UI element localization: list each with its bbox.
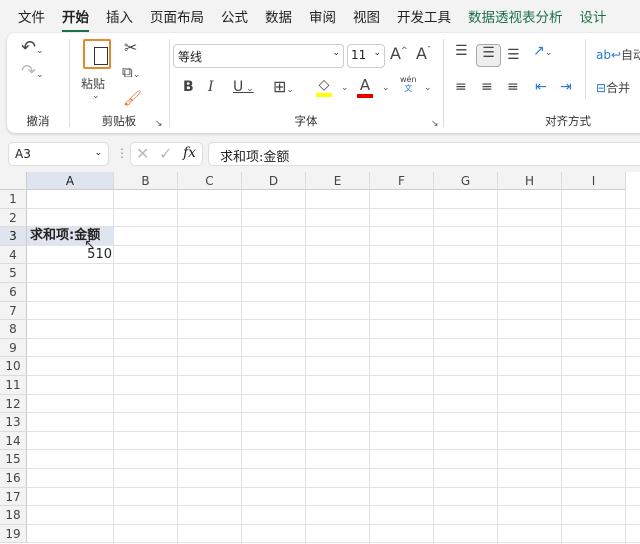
row-header-15[interactable]: 15 xyxy=(0,450,27,469)
gridline xyxy=(27,412,640,414)
gridline xyxy=(177,190,178,544)
row-header-6[interactable]: 6 xyxy=(0,283,27,302)
row-header-12[interactable]: 12 xyxy=(0,394,27,414)
enter-icon[interactable]: ✓ xyxy=(159,144,172,163)
tab-4[interactable]: 公式 xyxy=(221,6,248,26)
row-header-17[interactable]: 17 xyxy=(0,487,27,507)
column-header-H[interactable]: H xyxy=(498,172,562,190)
cell-A4[interactable]: 510 xyxy=(27,246,114,265)
gridline xyxy=(305,190,306,544)
column-header-B[interactable]: B xyxy=(114,172,178,190)
clipboard-group-label: 剪贴板 xyxy=(101,114,137,128)
gridline xyxy=(27,523,640,525)
cell-A3[interactable]: 求和项:金额 xyxy=(27,227,114,246)
gridline xyxy=(27,319,640,321)
select-all-button[interactable] xyxy=(0,172,27,190)
column-header-D[interactable]: D xyxy=(242,172,306,190)
gridline xyxy=(369,190,370,544)
gridline xyxy=(27,282,640,283)
chevron-down-icon: ⌄ xyxy=(94,148,102,158)
formula-bar: A3 ⌄ ⋮ ✕ ✓ fx 求和项:金额 xyxy=(0,142,640,166)
gridline xyxy=(27,337,640,339)
row-header-19[interactable]: 19 xyxy=(0,524,27,544)
cancel-icon[interactable]: ✕ xyxy=(136,144,149,163)
undo-group-label: 撤消 xyxy=(26,114,50,128)
gridline xyxy=(433,190,434,544)
gridline xyxy=(27,375,640,376)
row-header-9[interactable]: 9 xyxy=(0,338,27,358)
formula-input[interactable]: 求和项:金额 xyxy=(208,142,640,166)
gridline xyxy=(27,542,640,544)
gridline xyxy=(27,430,640,432)
worksheet-grid[interactable]: A B C D E F G H I 1 2 3 4 5 6 7 8 9 10 11 12 13 14 15 16 17 18 19 求和… xyxy=(0,172,640,544)
gridline xyxy=(27,393,640,395)
row-header-18[interactable]: 18 xyxy=(0,506,27,525)
formula-controls: ✕ ✓ fx xyxy=(130,142,203,166)
row-header-3[interactable]: 3 xyxy=(0,227,27,246)
drag-handle-icon[interactable]: ⋮ xyxy=(116,146,128,160)
tab-9[interactable]: 数据透视表分析 xyxy=(468,6,563,26)
tab-6[interactable]: 审阅 xyxy=(309,6,336,26)
row-header-16[interactable]: 16 xyxy=(0,469,27,488)
column-header-I[interactable]: I xyxy=(562,172,626,190)
column-header-E[interactable]: E xyxy=(306,172,370,190)
tab-5[interactable]: 数据 xyxy=(265,6,292,26)
gridline xyxy=(27,468,640,469)
tab-2[interactable]: 插入 xyxy=(106,6,133,26)
row-header-14[interactable]: 14 xyxy=(0,431,27,451)
row-header-4[interactable]: 4 xyxy=(0,245,27,265)
ribbon-tabs: 文件 开始 插入 页面布局 公式 数据 审阅 视图 开发工具 数据透视表分析 设计 xyxy=(0,0,640,32)
row-header-10[interactable]: 10 xyxy=(0,357,27,376)
tab-0[interactable]: 文件 xyxy=(18,6,45,26)
gridline xyxy=(625,190,626,544)
gridline xyxy=(27,505,640,507)
column-header-G[interactable]: G xyxy=(434,172,498,190)
gridline xyxy=(561,190,562,544)
column-header-C[interactable]: C xyxy=(178,172,242,190)
font-group-label: 字体 xyxy=(294,114,318,128)
tab-3[interactable]: 页面布局 xyxy=(150,6,204,26)
tab-8[interactable]: 开发工具 xyxy=(397,6,451,26)
row-header-2[interactable]: 2 xyxy=(0,208,27,228)
row-header-1[interactable]: 1 xyxy=(0,190,27,209)
gridline xyxy=(27,356,640,358)
gridline xyxy=(27,486,640,488)
row-header-7[interactable]: 7 xyxy=(0,301,27,321)
column-header-F[interactable]: F xyxy=(370,172,434,190)
insert-function-icon[interactable]: fx xyxy=(183,145,196,161)
row-header-8[interactable]: 8 xyxy=(0,320,27,339)
gridline xyxy=(27,300,640,302)
tab-7[interactable]: 视图 xyxy=(353,6,380,26)
row-header-13[interactable]: 13 xyxy=(0,413,27,432)
gridline xyxy=(27,244,640,246)
ribbon: ↶⌄ ↷⌄ 撤消 粘贴 ⌄ ✂ ⧉⌄ 🖌 剪贴板 ↘ 等线 ⌄ 11 ⌄ A^ Aˇ… xyxy=(7,33,640,133)
gridline xyxy=(27,263,640,265)
font-launcher-icon[interactable]: ↘ xyxy=(431,119,439,129)
gridline xyxy=(27,226,640,228)
row-header-11[interactable]: 11 xyxy=(0,376,27,395)
tab-10[interactable]: 设计 xyxy=(580,6,607,26)
name-box[interactable]: A3 ⌄ xyxy=(8,142,109,166)
tab-1[interactable]: 开始 xyxy=(62,6,89,32)
align-group-label: 对齐方式 xyxy=(545,114,591,128)
column-header-A[interactable]: A xyxy=(27,172,114,190)
name-box-value: A3 xyxy=(15,147,31,161)
mouse-cursor-icon: ↖ xyxy=(84,237,96,254)
row-header-5[interactable]: 5 xyxy=(0,264,27,283)
gridline xyxy=(27,449,640,451)
clipboard-launcher-icon[interactable]: ↘ xyxy=(155,119,163,129)
gridline xyxy=(241,190,242,544)
gridline xyxy=(27,207,640,209)
gridline xyxy=(497,190,498,544)
